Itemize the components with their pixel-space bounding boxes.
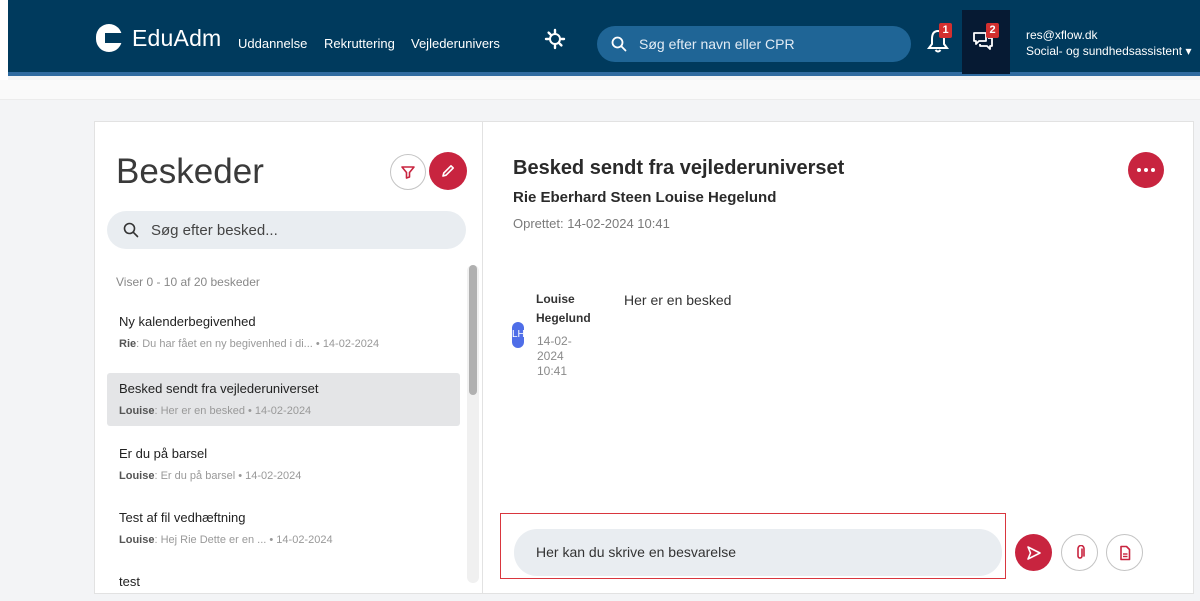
conversation-participants: Rie Eberhard Steen Louise Hegelund (513, 189, 777, 206)
message-item-preview: : Du har fået en ny begivenhed i di... •… (136, 338, 380, 350)
message-item-preview: : Hej Rie Dette er en ... • 14-02-2024 (154, 534, 333, 546)
template-document-button[interactable] (1106, 534, 1143, 571)
window-edge (0, 0, 8, 80)
attach-file-button[interactable] (1061, 534, 1098, 571)
paperclip-icon (1076, 544, 1085, 559)
new-message-button[interactable] (429, 152, 467, 190)
message-item-title: Er du på barsel (119, 446, 208, 461)
pencil-icon (442, 165, 454, 177)
message-list-item[interactable]: Test af fil vedhæftning Louise: Hej Rie … (107, 502, 460, 555)
document-icon (1119, 545, 1130, 560)
user-role: Social- og sundhedsassistent (1026, 44, 1183, 58)
message-item-sender: Louise (119, 405, 155, 417)
message-item-sender: Louise (119, 534, 155, 546)
message-item-preview: : Her er en besked • 14-02-2024 (154, 405, 312, 417)
message-item-title: test (119, 574, 140, 588)
avatar: LH (512, 322, 524, 348)
more-dots-icon (1137, 168, 1141, 172)
message-search-input[interactable]: Søg efter besked... (107, 211, 466, 249)
logo-text: EduAdm (132, 24, 222, 51)
message-timestamp: 14-02-2024 10:41 (537, 334, 572, 378)
message-item-title: Besked sendt fra vejlederuniverset (119, 381, 319, 396)
filter-button[interactable] (390, 154, 426, 190)
message-list-item-selected[interactable]: Besked sendt fra vejlederuniverset Louis… (107, 373, 460, 426)
conversation-title: Besked sendt fra vejlederuniverset (513, 157, 845, 179)
panel-divider (482, 121, 483, 594)
message-item-title: Ny kalenderbegivenhed (119, 314, 256, 329)
message-item-sender: Rie (119, 338, 137, 350)
message-list-item[interactable]: Ny kalenderbegivenhed Rie: Du har fået e… (107, 306, 460, 359)
user-email: res@xflow.dk (1026, 28, 1098, 42)
message-item-title: Test af fil vedhæftning (119, 510, 246, 525)
search-icon (123, 222, 139, 238)
message-item-preview: : Er du på barsel • 14-02-2024 (154, 470, 302, 482)
message-list-item[interactable]: Er du på barsel Louise: Er du på barsel … (107, 438, 460, 491)
message-sender-name: Louise Hegelund (536, 292, 591, 325)
message-body: Her er en besked (624, 292, 732, 308)
chevron-down-icon: ▾ (1185, 44, 1192, 58)
message-item-sender: Louise (119, 470, 155, 482)
more-options-button[interactable] (1128, 152, 1164, 188)
scrollbar-thumb[interactable] (469, 265, 477, 395)
filter-icon (401, 166, 415, 179)
reply-input[interactable]: Her kan du skrive en besvarelse (514, 529, 1002, 576)
global-search-input[interactable]: Søg efter navn eller CPR (597, 26, 911, 62)
gear-icon[interactable] (544, 28, 566, 50)
message-list-item[interactable]: test (107, 566, 460, 588)
search-icon (611, 36, 627, 52)
send-button[interactable] (1015, 534, 1052, 571)
page-title: Beskeder (116, 152, 264, 191)
notifications-count-badge: 1 (939, 23, 952, 38)
nav-vejlederunivers[interactable]: Vejlederunivers (411, 36, 500, 51)
nav-rekruttering[interactable]: Rekruttering (324, 36, 395, 51)
page-subheader-strip (0, 80, 1200, 100)
message-search-placeholder: Søg efter besked... (151, 221, 278, 239)
global-search-placeholder: Søg efter navn eller CPR (639, 36, 795, 52)
conversation-created: Oprettet: 14-02-2024 10:41 (513, 216, 670, 231)
nav-uddannelse[interactable]: Uddannelse (238, 36, 307, 51)
messages-count-badge: 2 (986, 23, 999, 38)
send-icon (1026, 545, 1041, 560)
user-menu[interactable]: res@xflow.dk Social- og sundhedsassisten… (1026, 27, 1191, 59)
app-logo[interactable]: EduAdm (96, 24, 221, 52)
logo-icon (96, 24, 123, 52)
message-count: Viser 0 - 10 af 20 beskeder (116, 275, 260, 289)
